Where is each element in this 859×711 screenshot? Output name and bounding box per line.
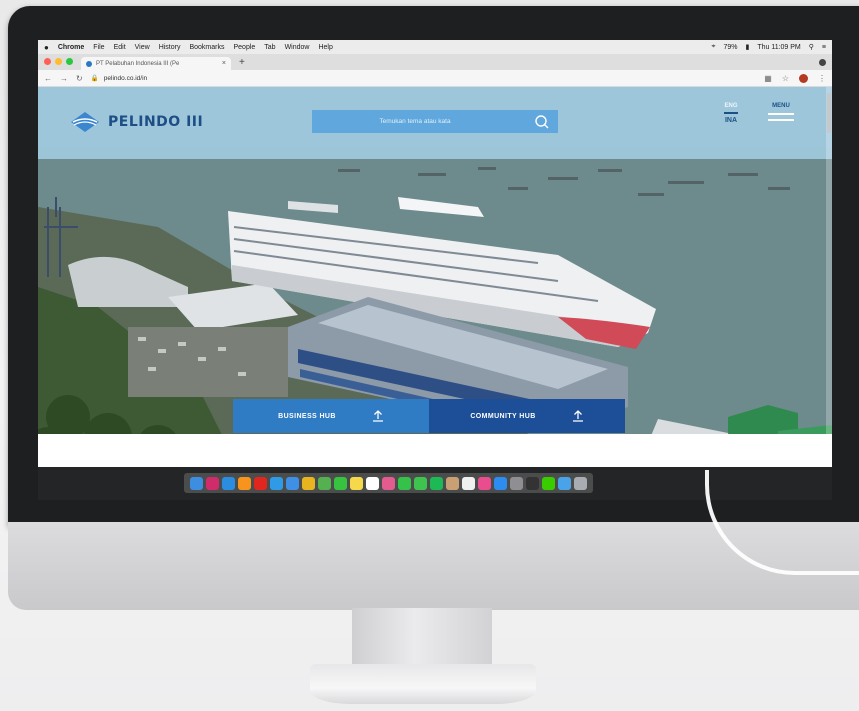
web-page-viewport: PELINDO III ENG INA MENU (38, 87, 832, 467)
maps-icon[interactable] (318, 476, 331, 490)
window-controls (44, 58, 73, 65)
tab-title: PT Pelabuhan Indonesia III (Pe (96, 60, 180, 67)
appstore-icon[interactable] (494, 476, 507, 490)
reminders-icon[interactable] (462, 476, 475, 490)
messages-icon[interactable] (398, 476, 411, 490)
menubar-item-file[interactable]: File (93, 44, 104, 51)
apple-menu-icon[interactable]: ● (44, 43, 49, 52)
arrow-up-icon (572, 410, 583, 422)
menubar-item-tab[interactable]: Tab (264, 44, 275, 51)
line-icon[interactable] (542, 476, 555, 490)
menubar-item-view[interactable]: View (135, 44, 150, 51)
preferences-icon[interactable] (510, 476, 523, 490)
browser-tab[interactable]: PT Pelabuhan Indonesia III (Pe × (81, 57, 231, 70)
monitor-screen: ● Chrome File Edit View History Bookmark… (38, 40, 832, 500)
menubar-item-history[interactable]: History (159, 44, 181, 51)
macos-dock (184, 473, 593, 493)
lang-divider (724, 112, 738, 114)
search-icon[interactable] (534, 114, 550, 130)
pelindo-favicon-icon (86, 60, 92, 67)
contacts-icon[interactable] (446, 476, 459, 490)
language-switcher: ENG INA (724, 103, 738, 124)
notification-center-icon[interactable]: ≡ (822, 44, 826, 51)
community-hub-label: COMMUNITY HUB (470, 412, 536, 420)
zoom-window-button[interactable] (66, 58, 73, 65)
lang-option-eng[interactable]: ENG (724, 103, 737, 109)
macos-menubar: ● Chrome File Edit View History Bookmark… (38, 40, 832, 54)
notes-icon[interactable] (350, 476, 363, 490)
address-bar[interactable]: 🔒 pelindo.co.id/in (90, 74, 611, 83)
bookmark-star-icon[interactable]: ☆ (782, 74, 789, 83)
pelindo-logo-icon (71, 112, 99, 132)
trash-icon[interactable] (574, 476, 587, 490)
monitor-stand-base (310, 664, 536, 704)
community-hub-button[interactable]: COMMUNITY HUB (429, 399, 625, 433)
itunes-icon[interactable] (478, 476, 491, 490)
menubar-item-people[interactable]: People (233, 44, 255, 51)
lang-option-ina[interactable]: INA (725, 117, 737, 124)
reload-icon[interactable]: ↻ (76, 74, 83, 83)
menu-label: MENU (772, 103, 790, 109)
spotify-icon[interactable] (430, 476, 443, 490)
photos-icon[interactable] (382, 476, 395, 490)
chrome-profile-icon[interactable] (819, 59, 826, 66)
battery-icon[interactable]: ▮ (745, 43, 749, 51)
tab-close-icon[interactable]: × (222, 60, 226, 67)
forward-arrow-icon[interactable]: → (60, 74, 68, 83)
toolbar-actions: ▦ ☆ ⋮ (764, 73, 826, 83)
mail-icon[interactable] (286, 476, 299, 490)
back-arrow-icon[interactable]: ← (44, 74, 52, 83)
menubar-status-area: ⌖ 79% ▮ Thu 11:09 PM ⚲ ≡ (711, 43, 826, 51)
safari-icon[interactable] (270, 476, 283, 490)
facetime-icon[interactable] (334, 476, 347, 490)
menu-button[interactable]: MENU (768, 103, 794, 121)
logo-wordmark: PELINDO III (108, 114, 204, 130)
lock-icon: 🔒 (90, 75, 99, 82)
pelindo-logo-link[interactable]: PELINDO III (70, 111, 203, 133)
profile-avatar[interactable] (799, 73, 808, 83)
indesign-icon[interactable] (206, 476, 219, 490)
calendar-icon[interactable] (366, 476, 379, 490)
finder-icon[interactable] (190, 476, 203, 490)
spotlight-icon[interactable]: ⚲ (809, 43, 814, 51)
browser-toolbar: ← → ↻ 🔒 pelindo.co.id/in ▦ ☆ ⋮ (38, 70, 832, 87)
page-scrollbar[interactable] (826, 87, 832, 467)
site-header: PELINDO III ENG INA MENU (38, 87, 832, 159)
address-bar-url[interactable]: pelindo.co.id/in (104, 75, 147, 82)
arrow-up-icon (372, 410, 383, 422)
menubar-clock[interactable]: Thu 11:09 PM (757, 44, 800, 51)
wifi-icon[interactable]: ⌖ (711, 43, 715, 51)
business-hub-label: BUSINESS HUB (278, 412, 336, 420)
minimize-window-button[interactable] (55, 58, 62, 65)
page-scrollbar-thumb[interactable] (827, 93, 831, 133)
more-menu-icon[interactable]: ⋮ (818, 74, 826, 83)
whatsapp-icon[interactable] (414, 476, 427, 490)
extension-icon[interactable]: ▦ (764, 74, 772, 83)
browser-tab-strip: PT Pelabuhan Indonesia III (Pe × + (38, 54, 832, 70)
hamburger-icon-line (768, 119, 794, 121)
menubar-app-name[interactable]: Chrome (58, 44, 84, 51)
close-window-button[interactable] (44, 58, 51, 65)
menubar-item-window[interactable]: Window (285, 44, 310, 51)
illustrator-icon[interactable] (238, 476, 251, 490)
page-content-strip (38, 434, 832, 467)
menubar-item-bookmarks[interactable]: Bookmarks (189, 44, 224, 51)
hub-buttons: BUSINESS HUB COMMUNITY HUB (233, 399, 625, 433)
menubar-item-edit[interactable]: Edit (114, 44, 126, 51)
terminal-icon[interactable] (526, 476, 539, 490)
monitor-stand-neck (352, 608, 492, 668)
acrobat-icon[interactable] (254, 476, 267, 490)
site-search-box (312, 110, 558, 133)
chrome-icon[interactable] (302, 476, 315, 490)
business-hub-button[interactable]: BUSINESS HUB (233, 399, 429, 433)
new-tab-button[interactable]: + (239, 57, 245, 68)
hamburger-icon (768, 113, 794, 115)
menubar-item-help[interactable]: Help (318, 44, 332, 51)
folder-icon[interactable] (558, 476, 571, 490)
site-search-input[interactable] (320, 118, 510, 125)
photoshop-icon[interactable] (222, 476, 235, 490)
battery-percentage[interactable]: 79% (723, 44, 737, 51)
